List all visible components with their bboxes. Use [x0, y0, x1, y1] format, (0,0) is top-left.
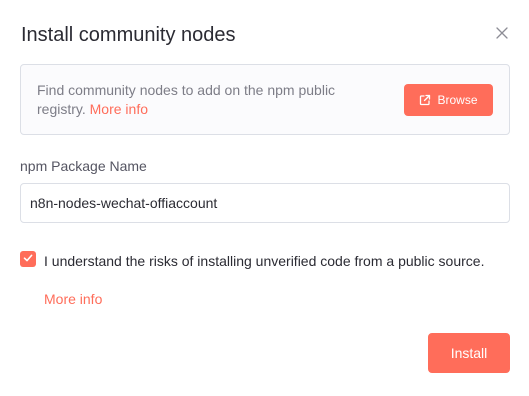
risk-acknowledgement-text: I understand the risks of installing unv…	[44, 253, 485, 269]
package-name-input[interactable]	[20, 183, 510, 223]
install-community-nodes-dialog: Install community nodes Find community n…	[0, 0, 529, 396]
close-icon[interactable]	[496, 26, 508, 39]
checkmark-icon	[23, 250, 33, 268]
risk-more-info-link[interactable]: More info	[44, 290, 102, 309]
info-more-info-link[interactable]: More info	[90, 101, 148, 117]
info-text: Find community nodes to add on the npm p…	[37, 81, 377, 119]
browse-button[interactable]: Browse	[404, 84, 493, 116]
install-button[interactable]: Install	[428, 333, 510, 373]
package-name-label: npm Package Name	[20, 158, 147, 174]
risk-checkbox[interactable]	[20, 251, 36, 267]
dialog-title: Install community nodes	[21, 24, 236, 46]
external-link-icon	[419, 94, 431, 106]
browse-button-label: Browse	[437, 93, 478, 107]
info-description: Find community nodes to add on the npm p…	[37, 82, 336, 117]
info-box: Find community nodes to add on the npm p…	[20, 64, 510, 135]
